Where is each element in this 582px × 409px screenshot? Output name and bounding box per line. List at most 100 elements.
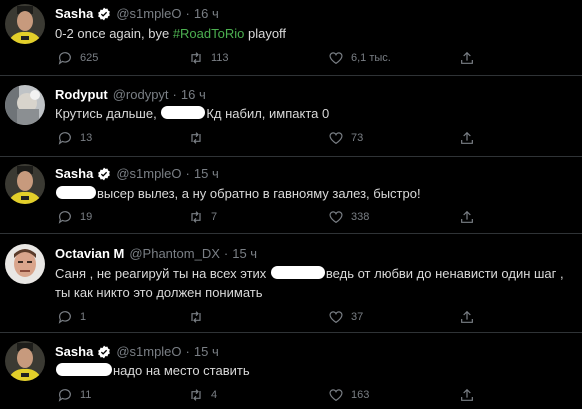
- tweet-actions: 19 7 338: [55, 209, 485, 225]
- hashtag-link[interactable]: #RoadToRio: [173, 26, 245, 41]
- tweet-header: Sasha @s1mpleO · 15 ч: [55, 166, 219, 181]
- like-count: 338: [351, 211, 370, 223]
- author-handle[interactable]: @Phantom_DX: [129, 246, 220, 261]
- censored-word: [56, 363, 112, 376]
- heart-icon: [329, 311, 343, 324]
- retweet-button[interactable]: 4: [188, 387, 217, 403]
- tweet-text-after: высер вылез, а ну обратно в гавноямy зал…: [97, 186, 421, 201]
- tweet-text-line-1: Саня , не реагируй ты на всех этих ведь …: [55, 264, 564, 283]
- heart-icon: [329, 52, 343, 65]
- reply-icon: [58, 52, 71, 65]
- reply-button[interactable]: 19: [57, 209, 92, 225]
- tweet-actions: 625 113 6,1 тыс.: [55, 50, 485, 66]
- reply-count: 11: [80, 389, 92, 401]
- author-handle[interactable]: @s1mpleO: [116, 344, 181, 359]
- tweet-text: Крутись дальше, Кд набил, импакта 0: [55, 104, 329, 123]
- like-button[interactable]: 37: [328, 309, 363, 325]
- tweet-text: Саня , не реагируй ты на всех этих ведь …: [55, 264, 564, 302]
- tweet-text-line-2: ты как никто это должен понимать: [55, 285, 263, 300]
- like-button[interactable]: 6,1 тыс.: [328, 50, 391, 66]
- separator-dot: ·: [185, 344, 190, 359]
- author-name[interactable]: Sasha: [55, 166, 93, 181]
- reply-button[interactable]: 13: [57, 130, 92, 146]
- reply-button[interactable]: 625: [57, 50, 98, 66]
- retweet-icon: [191, 52, 201, 64]
- tweet-text-before: Крутись дальше,: [55, 106, 161, 121]
- heart-icon: [329, 132, 343, 145]
- like-count: 37: [351, 311, 364, 323]
- tweet-text-after: ведь от любви до ненависти один шаг ,: [325, 266, 564, 281]
- tweet-text-main: 0-2 once again, bye: [55, 26, 173, 41]
- reply-count: 625: [80, 52, 99, 64]
- retweet-count: 7: [211, 211, 218, 223]
- tweet[interactable]: Octavian M @Phantom_DX · 15 ч Саня , не …: [0, 234, 582, 333]
- share-icon: [461, 131, 473, 144]
- reply-count: 1: [80, 311, 87, 323]
- tweet-actions: 13 73: [55, 130, 485, 146]
- tweet-feed: Sasha @s1mpleO · 16 ч 0-2 once again, by…: [0, 0, 582, 409]
- author-name[interactable]: Sasha: [55, 6, 93, 21]
- author-handle[interactable]: @s1mpleO: [116, 166, 181, 181]
- verified-badge-icon: [97, 167, 111, 181]
- tweet[interactable]: Sasha @s1mpleO · 15 ч надо на место став…: [0, 333, 582, 409]
- author-name[interactable]: Octavian M: [55, 246, 124, 261]
- timestamp[interactable]: 15 ч: [232, 246, 257, 261]
- timestamp[interactable]: 15 ч: [194, 166, 219, 181]
- avatar[interactable]: [5, 85, 45, 125]
- censored-word: [56, 186, 96, 199]
- tweet-actions: 11 4 163: [55, 387, 485, 403]
- reply-icon: [58, 311, 71, 324]
- like-button[interactable]: 338: [328, 209, 369, 225]
- timestamp[interactable]: 16 ч: [181, 87, 206, 102]
- tweet-header: Sasha @s1mpleO · 15 ч: [55, 344, 219, 359]
- tweet-actions: 1 37: [55, 309, 485, 325]
- tweet-text-after: playoff: [244, 26, 287, 41]
- retweet-button[interactable]: 113: [188, 50, 229, 66]
- tweet[interactable]: Sasha @s1mpleO · 16 ч 0-2 once again, by…: [0, 0, 582, 76]
- avatar-image-icon: [5, 341, 45, 381]
- retweet-icon: [191, 211, 201, 223]
- tweet-text-after: надо на место ставить: [113, 363, 250, 378]
- share-button[interactable]: [459, 130, 482, 146]
- like-button[interactable]: 163: [328, 387, 369, 403]
- tweet-header: Octavian M @Phantom_DX · 15 ч: [55, 246, 257, 261]
- reply-button[interactable]: 1: [57, 309, 86, 325]
- avatar[interactable]: [5, 164, 45, 204]
- separator-dot: ·: [185, 166, 190, 181]
- share-icon: [461, 388, 473, 401]
- separator-dot: ·: [223, 246, 229, 261]
- avatar[interactable]: [5, 341, 45, 381]
- author-handle[interactable]: @s1mpleO: [116, 6, 181, 21]
- retweet-icon: [191, 311, 201, 323]
- reply-count: 13: [80, 132, 93, 144]
- tweet-text-after: Кд набил, импакта 0: [206, 106, 330, 121]
- reply-button[interactable]: 11: [57, 387, 91, 403]
- like-count: 6,1 тыс.: [351, 52, 391, 64]
- share-button[interactable]: [459, 387, 482, 403]
- share-button[interactable]: [459, 209, 482, 225]
- retweet-button[interactable]: [188, 309, 211, 325]
- retweet-button[interactable]: [188, 130, 211, 146]
- share-button[interactable]: [459, 50, 482, 66]
- author-name[interactable]: Rodyput: [55, 87, 108, 102]
- tweet-text-before: Саня , не реагируй ты на всех этих: [55, 266, 270, 281]
- tweet-text: высер вылез, а ну обратно в гавноямy зал…: [55, 184, 421, 203]
- timestamp[interactable]: 15 ч: [194, 344, 219, 359]
- like-button[interactable]: 73: [328, 130, 363, 146]
- retweet-button[interactable]: 7: [188, 209, 217, 225]
- avatar-image-icon: [5, 4, 45, 44]
- avatar[interactable]: [5, 244, 45, 284]
- separator-dot: ·: [172, 87, 177, 102]
- reply-icon: [58, 211, 71, 224]
- reply-icon: [58, 389, 71, 402]
- tweet-text: 0-2 once again, bye #RoadToRio playoff: [55, 24, 286, 43]
- timestamp[interactable]: 16 ч: [194, 6, 219, 21]
- avatar[interactable]: [5, 4, 45, 44]
- share-icon: [461, 51, 473, 64]
- author-name[interactable]: Sasha: [55, 344, 93, 359]
- tweet[interactable]: Rodyput @rodypyt · 16 ч Крутись дальше, …: [0, 76, 582, 157]
- author-handle[interactable]: @rodypyt: [113, 87, 169, 102]
- share-button[interactable]: [459, 309, 482, 325]
- tweet[interactable]: Sasha @s1mpleO · 15 ч высер вылез, а ну …: [0, 157, 582, 234]
- like-count: 163: [351, 389, 370, 401]
